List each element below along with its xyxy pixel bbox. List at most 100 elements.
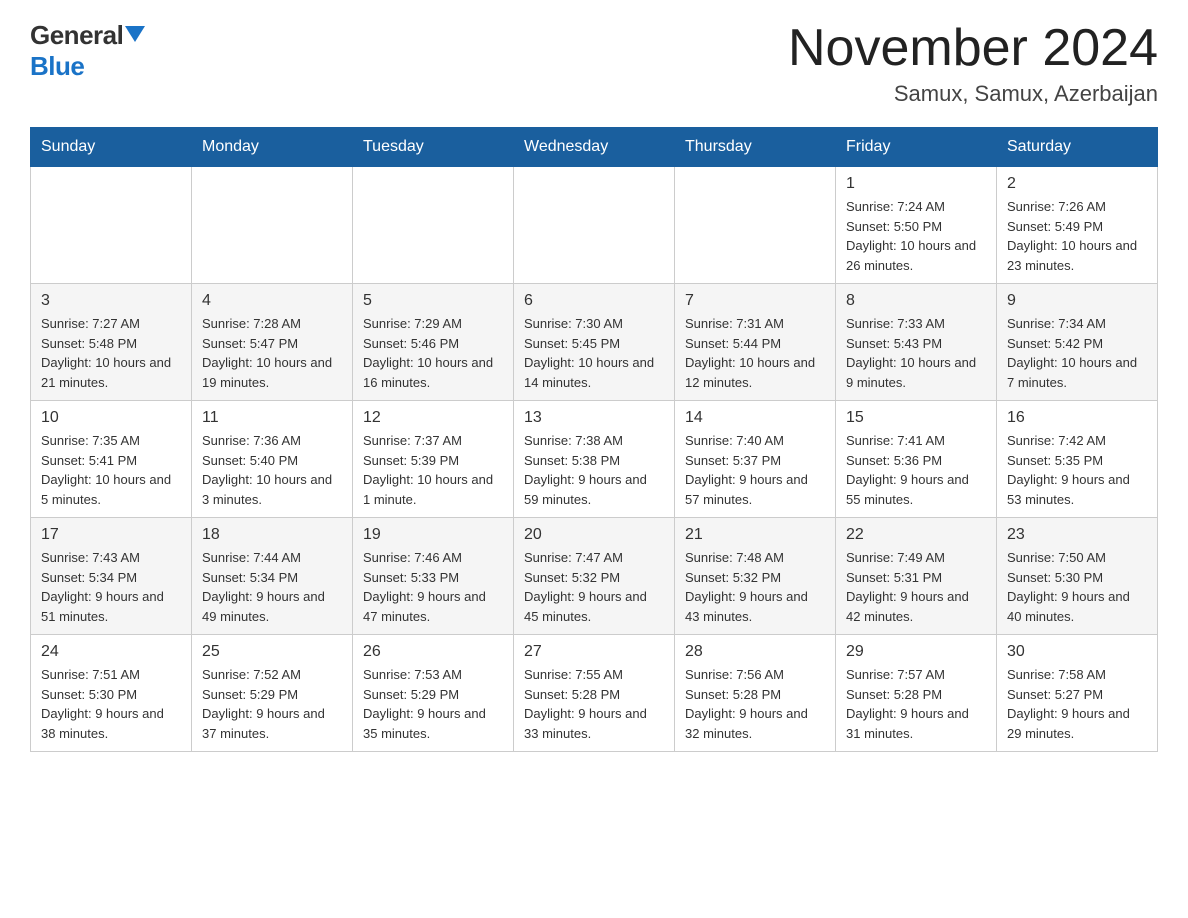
calendar-cell: 16Sunrise: 7:42 AM Sunset: 5:35 PM Dayli… <box>997 401 1158 518</box>
day-number: 15 <box>846 409 986 427</box>
day-info: Sunrise: 7:29 AM Sunset: 5:46 PM Dayligh… <box>363 314 503 392</box>
day-number: 9 <box>1007 292 1147 310</box>
col-friday: Friday <box>836 128 997 167</box>
calendar-cell: 26Sunrise: 7:53 AM Sunset: 5:29 PM Dayli… <box>353 635 514 752</box>
day-number: 22 <box>846 526 986 544</box>
calendar-cell <box>353 167 514 284</box>
week-row-4: 17 Sunrise: 7:43 AM Sunset: 5:34 PM Dayli… <box>31 518 1158 635</box>
header: General Blue November 2024 Samux, Samux,… <box>30 20 1158 107</box>
day-number: 7 <box>685 292 825 310</box>
day-number: 29 <box>846 643 986 661</box>
day-number: 28 <box>685 643 825 661</box>
col-wednesday: Wednesday <box>514 128 675 167</box>
day-number: 18 <box>202 526 342 544</box>
day-info: Sunrise: 7:56 AM Sunset: 5:28 PM Dayligh… <box>685 665 825 743</box>
calendar-cell: 18 Sunrise: 7:44 AM Sunset: 5:34 PM Dayli… <box>192 518 353 635</box>
col-tuesday: Tuesday <box>353 128 514 167</box>
day-info: Sunrise: 7:50 AM Sunset: 5:30 PM Dayligh… <box>1007 548 1147 626</box>
col-sunday: Sunday <box>31 128 192 167</box>
day-number: 4 <box>202 292 342 310</box>
day-info: Sunrise: 7:55 AM Sunset: 5:28 PM Dayligh… <box>524 665 664 743</box>
day-info: Sunrise: 7:33 AM Sunset: 5:43 PM Dayligh… <box>846 314 986 392</box>
calendar-cell: 25Sunrise: 7:52 AM Sunset: 5:29 PM Dayli… <box>192 635 353 752</box>
day-info: Sunrise: 7:31 AM Sunset: 5:44 PM Dayligh… <box>685 314 825 392</box>
day-info: Sunrise: 7:48 AM Sunset: 5:32 PM Dayligh… <box>685 548 825 626</box>
day-info: Sunrise: 7:46 AM Sunset: 5:33 PM Dayligh… <box>363 548 503 626</box>
location-title: Samux, Samux, Azerbaijan <box>788 81 1158 107</box>
day-info: Sunrise: 7:44 AM Sunset: 5:34 PM Dayligh… <box>202 548 342 626</box>
day-info: Sunrise: 7:27 AM Sunset: 5:48 PM Dayligh… <box>41 314 181 392</box>
week-row-1: 1 Sunrise: 7:24 AM Sunset: 5:50 PM Daylig… <box>31 167 1158 284</box>
calendar-cell: 19 Sunrise: 7:46 AM Sunset: 5:33 PM Dayli… <box>353 518 514 635</box>
title-area: November 2024 Samux, Samux, Azerbaijan <box>788 20 1158 107</box>
day-number: 8 <box>846 292 986 310</box>
day-number: 2 <box>1007 175 1147 193</box>
calendar-cell <box>514 167 675 284</box>
day-number: 10 <box>41 409 181 427</box>
day-info: Sunrise: 7:24 AM Sunset: 5:50 PM Dayligh… <box>846 197 986 275</box>
day-info: Sunrise: 7:53 AM Sunset: 5:29 PM Dayligh… <box>363 665 503 743</box>
logo-blue-text: Blue <box>30 51 84 81</box>
logo-triangle-icon <box>125 26 145 42</box>
day-info: Sunrise: 7:47 AM Sunset: 5:32 PM Dayligh… <box>524 548 664 626</box>
day-info: Sunrise: 7:28 AM Sunset: 5:47 PM Dayligh… <box>202 314 342 392</box>
calendar-cell: 28 Sunrise: 7:56 AM Sunset: 5:28 PM Dayli… <box>675 635 836 752</box>
day-info: Sunrise: 7:43 AM Sunset: 5:34 PM Dayligh… <box>41 548 181 626</box>
logo: General Blue <box>30 20 145 82</box>
day-number: 1 <box>846 175 986 193</box>
day-number: 30 <box>1007 643 1147 661</box>
calendar-cell: 30 Sunrise: 7:58 AM Sunset: 5:27 PM Dayli… <box>997 635 1158 752</box>
day-info: Sunrise: 7:37 AM Sunset: 5:39 PM Dayligh… <box>363 431 503 509</box>
day-number: 5 <box>363 292 503 310</box>
calendar-cell: 23 Sunrise: 7:50 AM Sunset: 5:30 PM Dayli… <box>997 518 1158 635</box>
calendar-table: Sunday Monday Tuesday Wednesday Thursday… <box>30 127 1158 752</box>
day-number: 14 <box>685 409 825 427</box>
day-info: Sunrise: 7:58 AM Sunset: 5:27 PM Dayligh… <box>1007 665 1147 743</box>
calendar-cell: 13Sunrise: 7:38 AM Sunset: 5:38 PM Dayli… <box>514 401 675 518</box>
day-number: 23 <box>1007 526 1147 544</box>
week-row-5: 24 Sunrise: 7:51 AM Sunset: 5:30 PM Dayli… <box>31 635 1158 752</box>
day-info: Sunrise: 7:34 AM Sunset: 5:42 PM Dayligh… <box>1007 314 1147 392</box>
calendar-cell: 27 Sunrise: 7:55 AM Sunset: 5:28 PM Dayli… <box>514 635 675 752</box>
week-row-3: 10 Sunrise: 7:35 AM Sunset: 5:41 PM Dayli… <box>31 401 1158 518</box>
day-number: 19 <box>363 526 503 544</box>
calendar-cell: 7 Sunrise: 7:31 AM Sunset: 5:44 PM Daylig… <box>675 284 836 401</box>
day-number: 24 <box>41 643 181 661</box>
day-info: Sunrise: 7:51 AM Sunset: 5:30 PM Dayligh… <box>41 665 181 743</box>
day-info: Sunrise: 7:30 AM Sunset: 5:45 PM Dayligh… <box>524 314 664 392</box>
calendar-cell: 6 Sunrise: 7:30 AM Sunset: 5:45 PM Daylig… <box>514 284 675 401</box>
day-info: Sunrise: 7:36 AM Sunset: 5:40 PM Dayligh… <box>202 431 342 509</box>
calendar-cell: 3 Sunrise: 7:27 AM Sunset: 5:48 PM Daylig… <box>31 284 192 401</box>
calendar-cell: 29 Sunrise: 7:57 AM Sunset: 5:28 PM Dayli… <box>836 635 997 752</box>
col-saturday: Saturday <box>997 128 1158 167</box>
calendar-cell: 24 Sunrise: 7:51 AM Sunset: 5:30 PM Dayli… <box>31 635 192 752</box>
col-thursday: Thursday <box>675 128 836 167</box>
day-number: 17 <box>41 526 181 544</box>
day-info: Sunrise: 7:35 AM Sunset: 5:41 PM Dayligh… <box>41 431 181 509</box>
day-info: Sunrise: 7:41 AM Sunset: 5:36 PM Dayligh… <box>846 431 986 509</box>
day-number: 27 <box>524 643 664 661</box>
day-info: Sunrise: 7:49 AM Sunset: 5:31 PM Dayligh… <box>846 548 986 626</box>
calendar-cell: 8 Sunrise: 7:33 AM Sunset: 5:43 PM Daylig… <box>836 284 997 401</box>
calendar-cell: 10 Sunrise: 7:35 AM Sunset: 5:41 PM Dayli… <box>31 401 192 518</box>
calendar-cell <box>675 167 836 284</box>
calendar-cell: 14Sunrise: 7:40 AM Sunset: 5:37 PM Dayli… <box>675 401 836 518</box>
header-row: Sunday Monday Tuesday Wednesday Thursday… <box>31 128 1158 167</box>
day-number: 21 <box>685 526 825 544</box>
calendar-cell: 21 Sunrise: 7:48 AM Sunset: 5:32 PM Dayli… <box>675 518 836 635</box>
day-info: Sunrise: 7:57 AM Sunset: 5:28 PM Dayligh… <box>846 665 986 743</box>
calendar-cell: 17 Sunrise: 7:43 AM Sunset: 5:34 PM Dayli… <box>31 518 192 635</box>
day-number: 11 <box>202 409 342 427</box>
calendar-cell: 20 Sunrise: 7:47 AM Sunset: 5:32 PM Dayli… <box>514 518 675 635</box>
day-number: 6 <box>524 292 664 310</box>
day-number: 25 <box>202 643 342 661</box>
day-number: 12 <box>363 409 503 427</box>
logo-general-text: General <box>30 20 123 51</box>
day-number: 3 <box>41 292 181 310</box>
week-row-2: 3 Sunrise: 7:27 AM Sunset: 5:48 PM Daylig… <box>31 284 1158 401</box>
calendar-cell: 5 Sunrise: 7:29 AM Sunset: 5:46 PM Daylig… <box>353 284 514 401</box>
calendar-cell: 9 Sunrise: 7:34 AM Sunset: 5:42 PM Daylig… <box>997 284 1158 401</box>
day-info: Sunrise: 7:26 AM Sunset: 5:49 PM Dayligh… <box>1007 197 1147 275</box>
day-number: 20 <box>524 526 664 544</box>
day-number: 13 <box>524 409 664 427</box>
